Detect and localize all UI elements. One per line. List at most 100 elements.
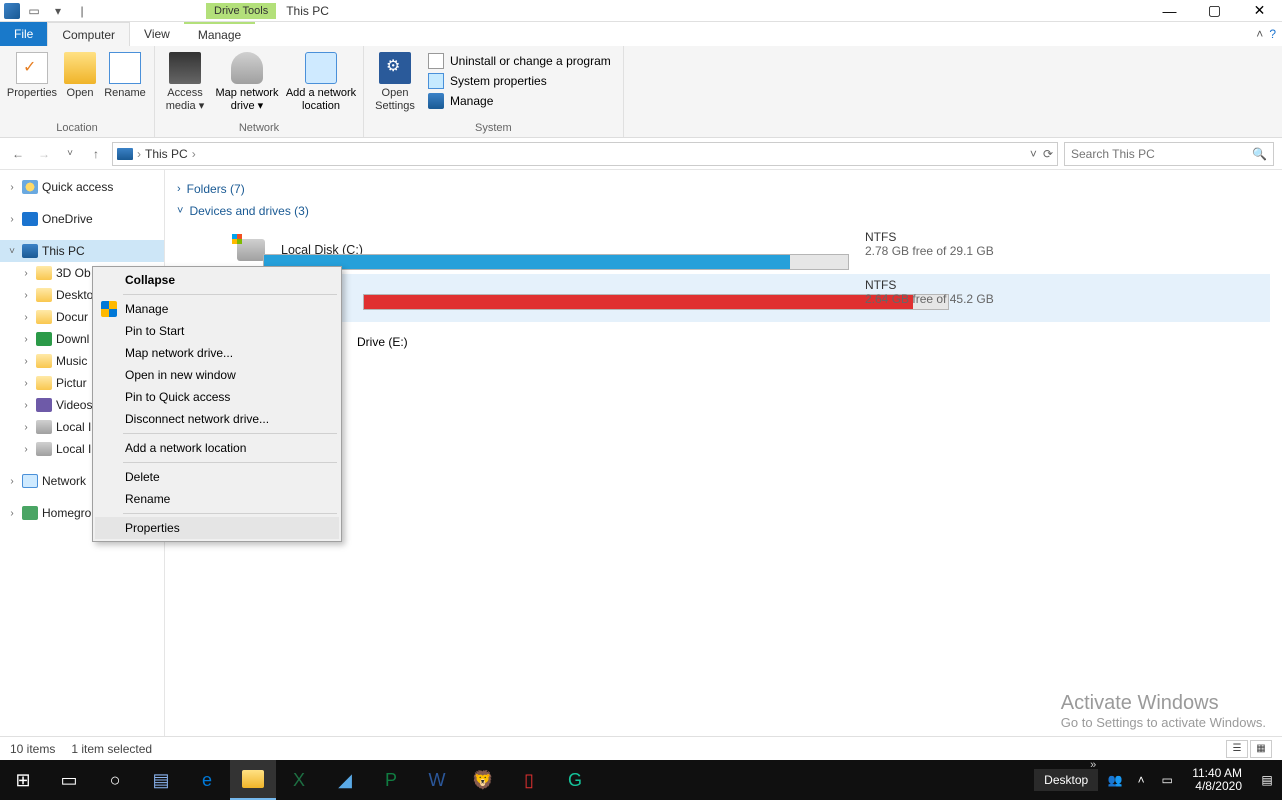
- cm-map-drive[interactable]: Map network drive...: [95, 342, 339, 364]
- cm-manage[interactable]: Manage: [95, 298, 339, 320]
- open-settings-button[interactable]: Open Settings: [370, 48, 420, 113]
- taskbar-explorer[interactable]: [230, 760, 276, 800]
- breadcrumb-sep[interactable]: ›: [137, 147, 141, 161]
- section-folders[interactable]: › Folders (7): [177, 182, 1270, 196]
- cm-pin-quick-access[interactable]: Pin to Quick access: [95, 386, 339, 408]
- start-button[interactable]: ⊞: [0, 760, 46, 800]
- cm-collapse[interactable]: Collapse: [95, 269, 339, 291]
- section-devices[interactable]: ˅ Devices and drives (3): [177, 204, 1270, 218]
- back-button[interactable]: ←: [8, 144, 28, 164]
- this-pc-icon: [22, 244, 38, 258]
- cm-disconnect-drive[interactable]: Disconnect network drive...: [95, 408, 339, 430]
- breadcrumb-sep[interactable]: ›: [192, 147, 196, 161]
- taskbar-publisher[interactable]: P: [368, 760, 414, 800]
- address-dropdown-icon[interactable]: ˅: [1030, 147, 1037, 161]
- settings-gear-icon: [379, 52, 411, 84]
- help-icon[interactable]: ?: [1269, 27, 1276, 41]
- taskbar-excel[interactable]: X: [276, 760, 322, 800]
- cortana-button[interactable]: ○: [92, 760, 138, 800]
- cm-rename[interactable]: Rename: [95, 488, 339, 510]
- pc-icon: [117, 148, 133, 160]
- action-center-icon[interactable]: ▤: [1258, 773, 1276, 787]
- tab-view[interactable]: View: [130, 22, 184, 46]
- task-view-button[interactable]: ▭: [46, 760, 92, 800]
- onedrive-icon: [22, 212, 38, 226]
- tab-file[interactable]: File: [0, 22, 47, 46]
- system-props-icon: [428, 73, 444, 89]
- map-network-drive-button[interactable]: Map network drive ▾: [211, 48, 283, 113]
- tree-onedrive[interactable]: › OneDrive: [0, 208, 164, 230]
- quick-access-icon: [22, 180, 38, 194]
- media-icon: [169, 52, 201, 84]
- qat-item[interactable]: ▭: [24, 2, 44, 20]
- add-network-location-button[interactable]: Add a network location: [285, 48, 357, 113]
- taskbar-edge[interactable]: e: [184, 760, 230, 800]
- uninstall-program-button[interactable]: Uninstall or change a program: [422, 52, 617, 70]
- window-title: This PC: [286, 4, 329, 18]
- group-label-system: System: [370, 120, 617, 137]
- tray-chevron-icon[interactable]: ˄: [1132, 773, 1150, 787]
- tab-manage[interactable]: Manage: [184, 22, 255, 46]
- group-label-location: Location: [6, 120, 148, 137]
- taskbar-grammarly[interactable]: G: [552, 760, 598, 800]
- cm-pin-start[interactable]: Pin to Start: [95, 320, 339, 342]
- search-input[interactable]: [1071, 147, 1241, 161]
- cm-open-new-window[interactable]: Open in new window: [95, 364, 339, 386]
- rename-icon: [109, 52, 141, 84]
- ribbon-collapse-icon[interactable]: ˄: [1256, 27, 1263, 41]
- forward-button[interactable]: →: [34, 144, 54, 164]
- rename-button[interactable]: Rename: [102, 48, 148, 100]
- maximize-button[interactable]: ▢: [1192, 0, 1237, 22]
- homegroup-icon: [22, 506, 38, 520]
- toolbar-desktop[interactable]: Desktop: [1034, 769, 1098, 791]
- refresh-icon[interactable]: ⟳: [1043, 147, 1053, 161]
- network-icon: [22, 474, 38, 488]
- close-button[interactable]: ✕: [1237, 0, 1282, 22]
- status-selected-count: 1 item selected: [71, 742, 152, 756]
- map-drive-icon: [231, 52, 263, 84]
- app-icon: [4, 3, 20, 19]
- cm-add-network-location[interactable]: Add a network location: [95, 437, 339, 459]
- tree-quick-access[interactable]: › Quick access: [0, 176, 164, 198]
- open-button[interactable]: Open: [60, 48, 100, 100]
- tab-computer[interactable]: Computer: [47, 22, 130, 46]
- properties-icon: [16, 52, 48, 84]
- chevron-down-icon: ˅: [177, 205, 183, 217]
- network-location-icon: [305, 52, 337, 84]
- system-properties-button[interactable]: System properties: [422, 72, 617, 90]
- cm-delete[interactable]: Delete: [95, 466, 339, 488]
- breadcrumb-thispc[interactable]: This PC: [145, 147, 188, 161]
- tray-clock[interactable]: 11:40 AM 4/8/2020: [1184, 767, 1250, 793]
- taskbar-brave[interactable]: 🦁: [460, 760, 506, 800]
- status-item-count: 10 items: [10, 742, 55, 756]
- contextual-tab-label: Drive Tools: [206, 3, 276, 19]
- view-tiles-button[interactable]: ▦: [1250, 740, 1272, 758]
- qat-dropdown[interactable]: ▾: [48, 2, 68, 20]
- taskbar-app[interactable]: ▤: [138, 760, 184, 800]
- battery-icon[interactable]: ▭: [1158, 773, 1176, 787]
- manage-button[interactable]: Manage: [422, 92, 617, 110]
- search-icon[interactable]: 🔍: [1252, 147, 1267, 161]
- recent-dropdown[interactable]: ˅: [60, 144, 80, 164]
- context-menu: Collapse Manage Pin to Start Map network…: [92, 266, 342, 542]
- people-icon[interactable]: 👥: [1106, 773, 1124, 787]
- chevron-right-icon: ›: [177, 183, 181, 195]
- shield-icon: [101, 301, 117, 317]
- taskbar-word[interactable]: W: [414, 760, 460, 800]
- open-folder-icon: [64, 52, 96, 84]
- minimize-button[interactable]: ―: [1147, 0, 1192, 22]
- tree-this-pc[interactable]: ˅ This PC: [0, 240, 164, 262]
- address-bar[interactable]: › This PC › ˅ ⟳: [112, 142, 1058, 166]
- navbar: ← → ˅ ↑ › This PC › ˅ ⟳ 🔍: [0, 138, 1282, 170]
- ribbon-tabs: File Computer View Manage ˄ ?: [0, 22, 1282, 46]
- taskbar: ⊞ ▭ ○ ▤ e X ◢ P W 🦁 ▯ G Desktop 👥 ˄ ▭ 11…: [0, 760, 1282, 800]
- group-label-network: Network: [161, 120, 357, 137]
- taskbar-app[interactable]: ◢: [322, 760, 368, 800]
- up-button[interactable]: ↑: [86, 144, 106, 164]
- access-media-button[interactable]: Access media ▾: [161, 48, 209, 113]
- search-box[interactable]: 🔍: [1064, 142, 1274, 166]
- taskbar-app[interactable]: ▯: [506, 760, 552, 800]
- properties-button[interactable]: Properties: [6, 48, 58, 100]
- view-details-button[interactable]: ☰: [1226, 740, 1248, 758]
- cm-properties[interactable]: Properties: [95, 517, 339, 539]
